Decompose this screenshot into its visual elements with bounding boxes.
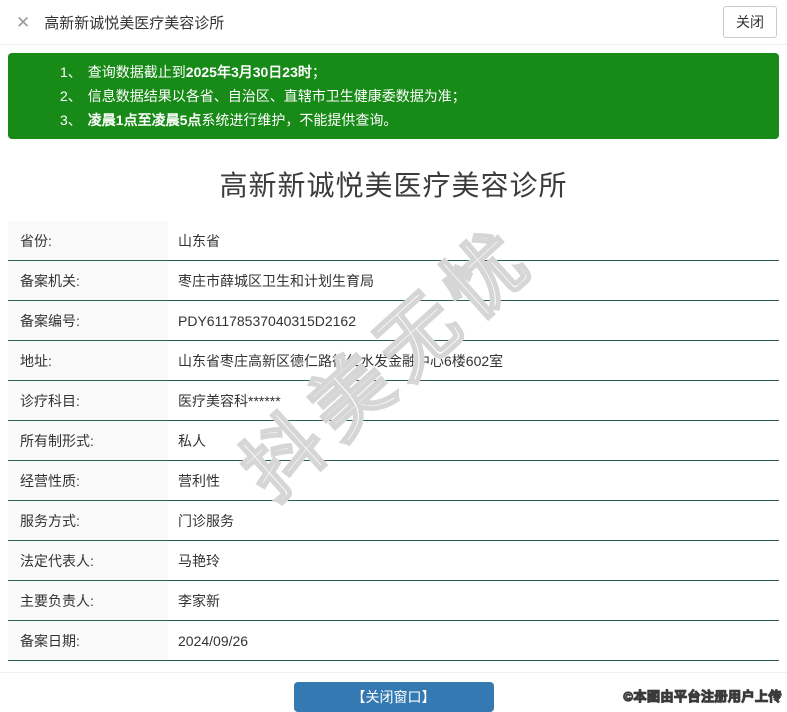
info-row-address: 地址: 山东省枣庄高新区德仁路德仁水发金融中心6楼602室 xyxy=(8,341,779,381)
info-value: 营利性 xyxy=(168,461,779,500)
info-label: 诊疗科目: xyxy=(8,381,168,420)
info-value: 枣庄市薛城区卫生和计划生育局 xyxy=(168,261,779,300)
notice-line-1-bold: 2025年3月30日23时 xyxy=(186,64,312,80)
notice-line-1-post: ； xyxy=(312,64,326,80)
notice-line-2-text: 信息数据结果以各省、自治区、直辖市卫生健康委数据为准； xyxy=(88,88,466,104)
notice-banner: 1、查询数据截止到2025年3月30日23时； 2、信息数据结果以各省、自治区、… xyxy=(8,53,779,139)
info-label: 省份: xyxy=(8,221,168,260)
notice-line-2-number: 2、 xyxy=(60,88,82,104)
clinic-title: 高新新诚悦美医疗美容诊所 xyxy=(0,164,787,204)
info-row-business-nature: 经营性质: 营利性 xyxy=(8,461,779,501)
info-row-province: 省份: 山东省 xyxy=(8,221,779,261)
info-row-person-in-charge: 主要负责人: 李家新 xyxy=(8,581,779,621)
close-button[interactable]: 关闭 xyxy=(723,6,777,38)
close-x-icon[interactable]: ✕ xyxy=(16,14,30,31)
info-value: 山东省枣庄高新区德仁路德仁水发金融中心6楼602室 xyxy=(168,341,779,380)
notice-line-3-post: 系统进行维护，不能提供查询。 xyxy=(201,112,397,128)
notice-line-2: 2、信息数据结果以各省、自治区、直辖市卫生健康委数据为准； xyxy=(8,84,769,108)
info-row-filing-number: 备案编号: PDY61178537040315D2162 xyxy=(8,301,779,341)
upload-credit-text: ©本图由平台注册用户上传 xyxy=(623,686,782,705)
info-label: 备案编号: xyxy=(8,301,168,340)
info-value: 2024/09/26 xyxy=(168,621,779,660)
info-value: 门诊服务 xyxy=(168,501,779,540)
clinic-info-table: 省份: 山东省 备案机关: 枣庄市薛城区卫生和计划生育局 备案编号: PDY61… xyxy=(8,221,779,661)
info-value: 马艳玲 xyxy=(168,541,779,580)
notice-line-3-number: 3、 xyxy=(60,112,82,128)
info-value: 医疗美容科****** xyxy=(168,381,779,420)
window-title: 高新新诚悦美医疗美容诊所 xyxy=(44,12,224,33)
info-label: 备案机关: xyxy=(8,261,168,300)
info-row-medical-subjects: 诊疗科目: 医疗美容科****** xyxy=(8,381,779,421)
info-label: 所有制形式: xyxy=(8,421,168,460)
info-label: 备案日期: xyxy=(8,621,168,660)
info-label: 主要负责人: xyxy=(8,581,168,620)
info-row-legal-representative: 法定代表人: 马艳玲 xyxy=(8,541,779,581)
info-label: 地址: xyxy=(8,341,168,380)
notice-line-1-text: 查询数据截止到 xyxy=(88,64,186,80)
notice-line-1-number: 1、 xyxy=(60,64,82,80)
window-header: ✕ 高新新诚悦美医疗美容诊所 关闭 xyxy=(0,0,787,45)
info-value: PDY61178537040315D2162 xyxy=(168,301,779,340)
info-value: 李家新 xyxy=(168,581,779,620)
info-row-ownership: 所有制形式: 私人 xyxy=(8,421,779,461)
info-label: 服务方式: xyxy=(8,501,168,540)
notice-line-3: 3、凌晨1点至凌晨5点系统进行维护，不能提供查询。 xyxy=(8,108,769,132)
notice-line-1: 1、查询数据截止到2025年3月30日23时； xyxy=(8,60,769,84)
info-label: 法定代表人: xyxy=(8,541,168,580)
info-row-filing-date: 备案日期: 2024/09/26 xyxy=(8,621,779,661)
info-row-filing-authority: 备案机关: 枣庄市薛城区卫生和计划生育局 xyxy=(8,261,779,301)
info-value: 私人 xyxy=(168,421,779,460)
info-row-service-mode: 服务方式: 门诊服务 xyxy=(8,501,779,541)
notice-line-3-bold: 凌晨1点至凌晨5点 xyxy=(88,112,202,128)
info-label: 经营性质: xyxy=(8,461,168,500)
info-value: 山东省 xyxy=(168,221,779,260)
